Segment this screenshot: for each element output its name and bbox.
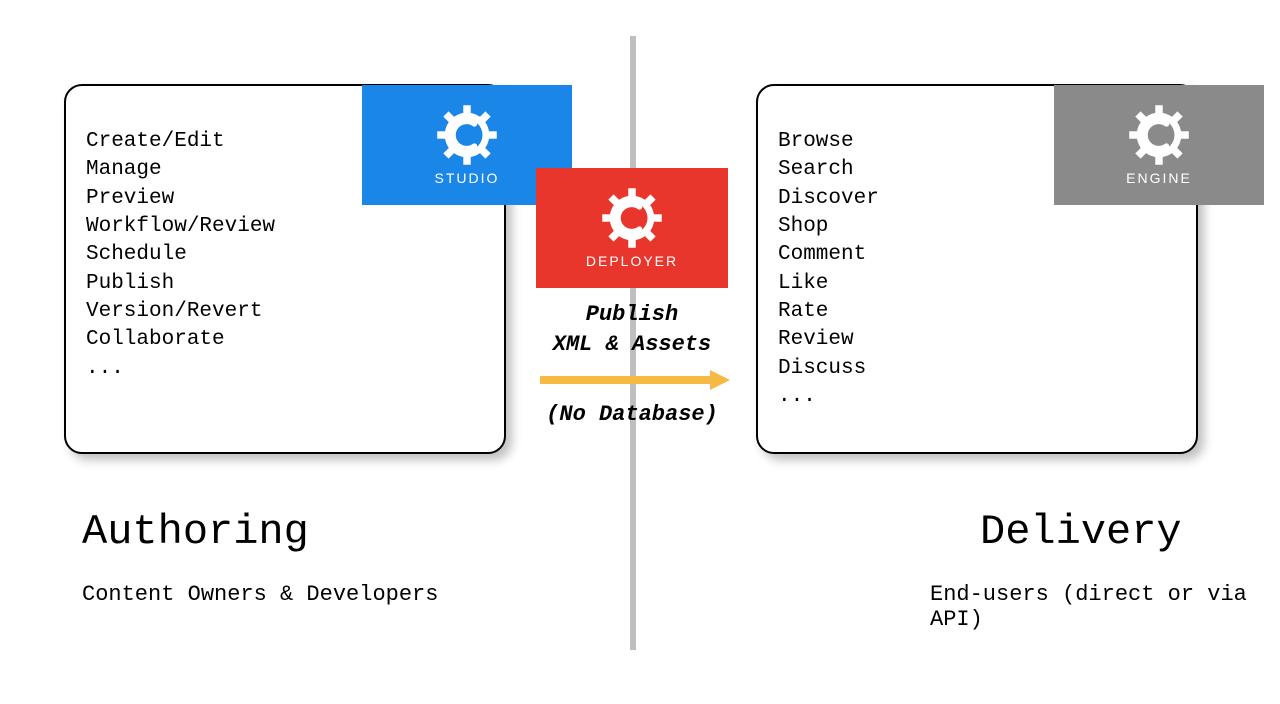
studio-badge-label: STUDIO bbox=[435, 170, 500, 186]
gear-c-icon bbox=[601, 187, 663, 249]
deployer-badge: DEPLOYER bbox=[536, 168, 728, 288]
gear-c-icon bbox=[436, 104, 498, 166]
authoring-subtitle: Content Owners & Developers bbox=[82, 582, 438, 607]
delivery-card: ENGINE Browse Search Discover Shop Comme… bbox=[756, 84, 1198, 454]
gear-c-icon bbox=[1128, 104, 1190, 166]
engine-badge: ENGINE bbox=[1054, 85, 1264, 205]
deployer-badge-label: DEPLOYER bbox=[586, 253, 678, 269]
delivery-title: Delivery bbox=[980, 508, 1182, 556]
publish-caption: Publish XML & Assets bbox=[528, 300, 736, 359]
no-database-caption: (No Database) bbox=[528, 400, 736, 430]
authoring-title: Authoring bbox=[82, 508, 309, 556]
delivery-subtitle: End-users (direct or via API) bbox=[930, 582, 1280, 632]
flow-arrow-icon bbox=[540, 370, 730, 390]
engine-badge-label: ENGINE bbox=[1126, 170, 1192, 186]
authoring-card: STUDIO Create/Edit Manage Preview Workfl… bbox=[64, 84, 506, 454]
